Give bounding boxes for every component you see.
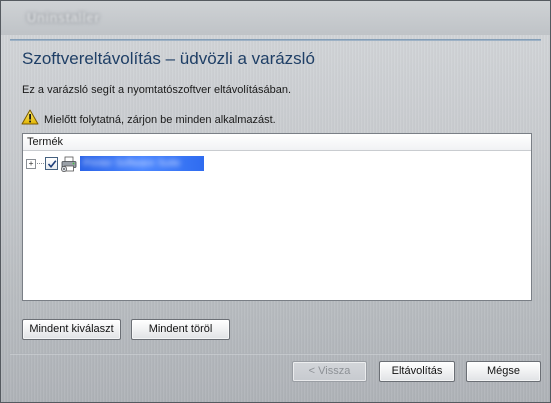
list-item[interactable]: + Printer Software Suite — [26, 156, 226, 172]
product-list[interactable]: Termék + Printer Software Suite — [22, 133, 532, 301]
warning-icon — [21, 109, 39, 125]
select-all-button[interactable]: Mindent kiválaszt — [22, 319, 121, 340]
uninstall-wizard-window: Uninstaller Szoftvereltávolítás – üdvözl… — [0, 0, 551, 403]
clear-all-button[interactable]: Mindent töröl — [131, 319, 230, 340]
title-bar[interactable]: Uninstaller — [1, 1, 550, 35]
page-subtitle: Ez a varázsló segít a nyomtatószoftver e… — [22, 84, 292, 96]
tree-connector — [37, 163, 44, 164]
remove-button[interactable]: Eltávolítás — [379, 361, 455, 382]
warning-message: Mielőtt folytatná, zárjon be minden alka… — [44, 114, 276, 126]
back-button[interactable]: < Vissza — [292, 361, 367, 382]
cancel-button[interactable]: Mégse — [466, 361, 541, 382]
column-header-product[interactable]: Termék — [23, 134, 531, 151]
printer-icon — [61, 156, 77, 172]
page-title: Szoftvereltávolítás – üdvözli a varázsló — [22, 49, 315, 68]
footer-divider — [10, 353, 541, 355]
header-divider — [10, 39, 541, 41]
checkmark-icon — [47, 160, 57, 169]
product-name[interactable]: Printer Software Suite — [80, 156, 204, 171]
product-checkbox[interactable] — [45, 157, 58, 170]
window-title: Uninstaller — [27, 10, 100, 25]
expand-icon[interactable]: + — [26, 159, 36, 169]
